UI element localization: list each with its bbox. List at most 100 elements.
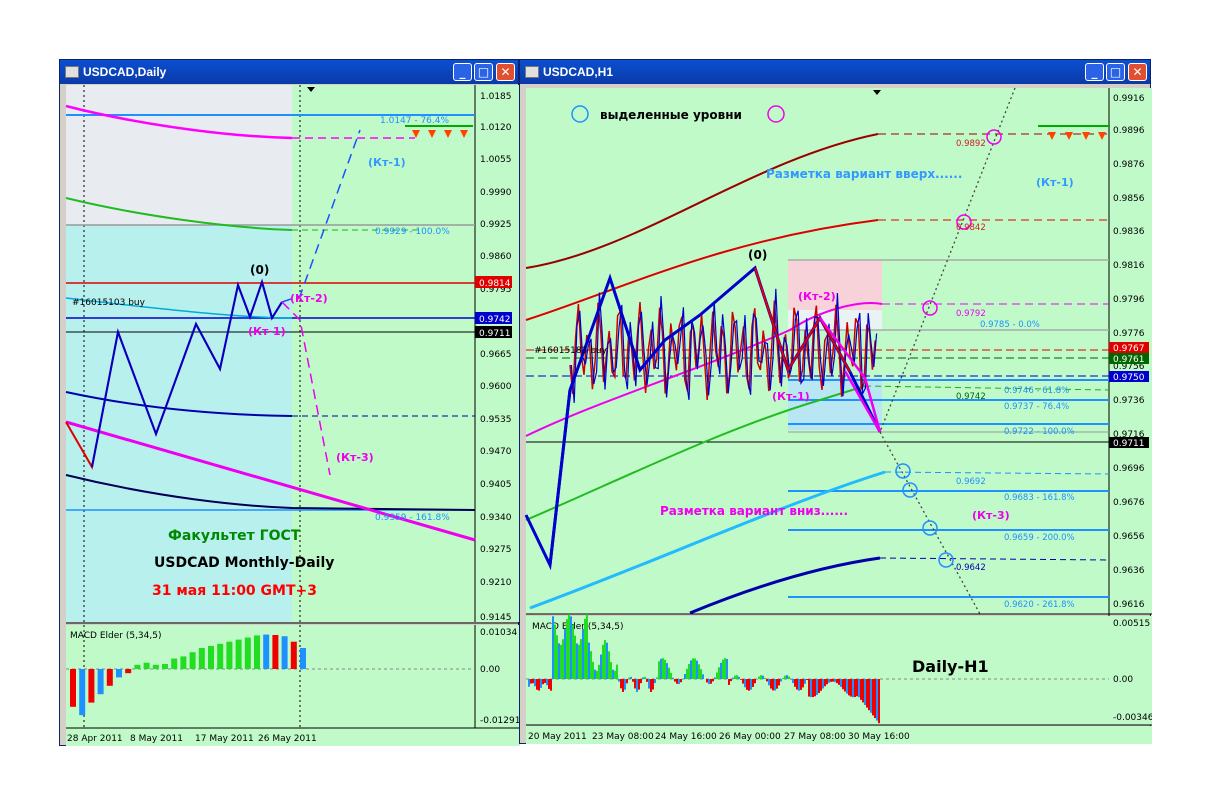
macd-bar [722,659,724,679]
macd-bar [796,679,798,690]
macd-bar [734,675,736,679]
macd-bar [802,679,804,688]
macd-bar [208,645,214,669]
macd-bar [588,642,590,679]
macd-bar [702,674,704,679]
macd-bar [838,679,840,685]
price-tag-green: 0.9761 [1113,355,1145,365]
macd-bar [272,634,279,669]
macd-bar [788,676,790,679]
fib-label: 0.9929 - 100.0% [375,227,450,237]
macd-bar [106,669,113,686]
macd-bar [180,656,187,669]
macd-bar [846,679,848,694]
wave-label-kt1-top: (Кт-1) [1036,176,1074,189]
left-chart-canvas[interactable]: 1.0147 - 76.4% 0.9929 - 100.0% 0.9359 - … [60,60,520,747]
macd-bar [88,669,95,703]
macd-bar [564,629,566,679]
macd-bar [97,669,104,695]
price-tag-black: 0.9711 [479,329,511,339]
macd-bar [868,679,870,711]
macd-bar [784,675,786,679]
macd-bar [594,669,596,679]
macd-bar [546,679,548,686]
svg-text:0.9785 - 0.0%: 0.9785 - 0.0% [980,320,1040,330]
macd-bar [171,658,178,669]
macd-bar [866,679,868,708]
right-chart-window[interactable]: USDCAD,H1 _ □ ✕ выделенные уровни Размет… [519,59,1152,745]
svg-text:8 May 2011: 8 May 2011 [130,734,183,744]
svg-text:1.0120: 1.0120 [480,123,512,133]
macd-bar [70,669,76,707]
svg-text:0.9776: 0.9776 [1113,329,1145,339]
macd-bar [694,658,696,679]
svg-text:0.9722 - 100.0%: 0.9722 - 100.0% [1004,427,1075,437]
macd-bar [616,664,618,679]
macd-bar [728,679,730,685]
svg-text:20 May 2011: 20 May 2011 [528,732,587,742]
left-chart-window[interactable]: USDCAD,Daily _ □ ✕ 1.0147 - 76.4% 0.9929… [59,59,520,747]
right-chart-canvas[interactable]: выделенные уровни Разметка вариант вверх… [520,60,1152,745]
macd-bar [610,662,612,679]
svg-text:0.9842: 0.9842 [956,223,986,233]
macd-bar [544,679,546,683]
macd-bar [592,661,594,679]
macd-bar [782,678,784,679]
svg-text:0.9736: 0.9736 [1113,396,1145,406]
price-tag-red: 0.9814 [479,279,511,289]
macd-bar [584,618,586,679]
macd-bar [244,637,251,669]
macd-bar [582,628,584,679]
wave-label-kt1: (Кт-1) [248,325,286,338]
macd-bar [550,679,552,691]
macd-bar [632,679,634,682]
annotation-up: Разметка вариант вверх...... [766,167,962,181]
macd-bar [566,619,568,679]
macd-bar [562,639,564,679]
macd-bar [852,679,854,698]
caption-line2: USDCAD Monthly-Daily [154,555,334,571]
macd-bar [568,614,570,679]
macd-bar [116,669,122,678]
macd-bar [768,679,770,686]
macd-bar [642,677,644,679]
svg-text:0.9665: 0.9665 [480,350,512,360]
svg-text:0.9925: 0.9925 [480,220,512,230]
macd-bar [874,679,876,718]
macd-bar [636,679,638,692]
svg-text:0.9636: 0.9636 [1113,566,1145,576]
macd-bar [656,677,658,679]
wave-label-0: (0) [250,263,269,277]
macd-bar [836,679,838,684]
macd-bar [668,667,670,679]
macd-bar [580,639,582,679]
macd-bar [658,661,660,679]
macd-bar [714,677,716,679]
caption-line3: 31 мая 11:00 GMT+3 [152,583,317,599]
svg-text:-0.01291: -0.01291 [480,716,520,726]
macd-bar [604,640,606,679]
macd-bar [281,636,288,669]
macd-bar [654,679,656,684]
macd-bar [608,651,610,679]
macd-bar [710,679,712,684]
svg-text:0.9340: 0.9340 [480,513,512,523]
svg-text:0.9210: 0.9210 [480,578,512,588]
macd-bar [670,672,672,679]
macd-bar [812,679,814,698]
macd-bar [626,679,628,684]
macd-bar [598,664,600,679]
macd-bar [856,679,858,697]
macd-bar [754,679,756,684]
svg-text:0.9659 - 200.0%: 0.9659 - 200.0% [1004,533,1075,543]
macd-bar [720,662,722,679]
macd-bar [666,663,668,679]
macd-label: MACD Elder (5,34,5) [532,622,624,632]
macd-bar [774,679,776,691]
macd-bar [644,676,646,679]
tf-label: Daily-H1 [912,657,989,676]
price-tag-blue: 0.9750 [1113,373,1145,383]
macd-bar [842,679,844,690]
macd-bar [786,675,788,679]
macd-bar [646,679,648,682]
